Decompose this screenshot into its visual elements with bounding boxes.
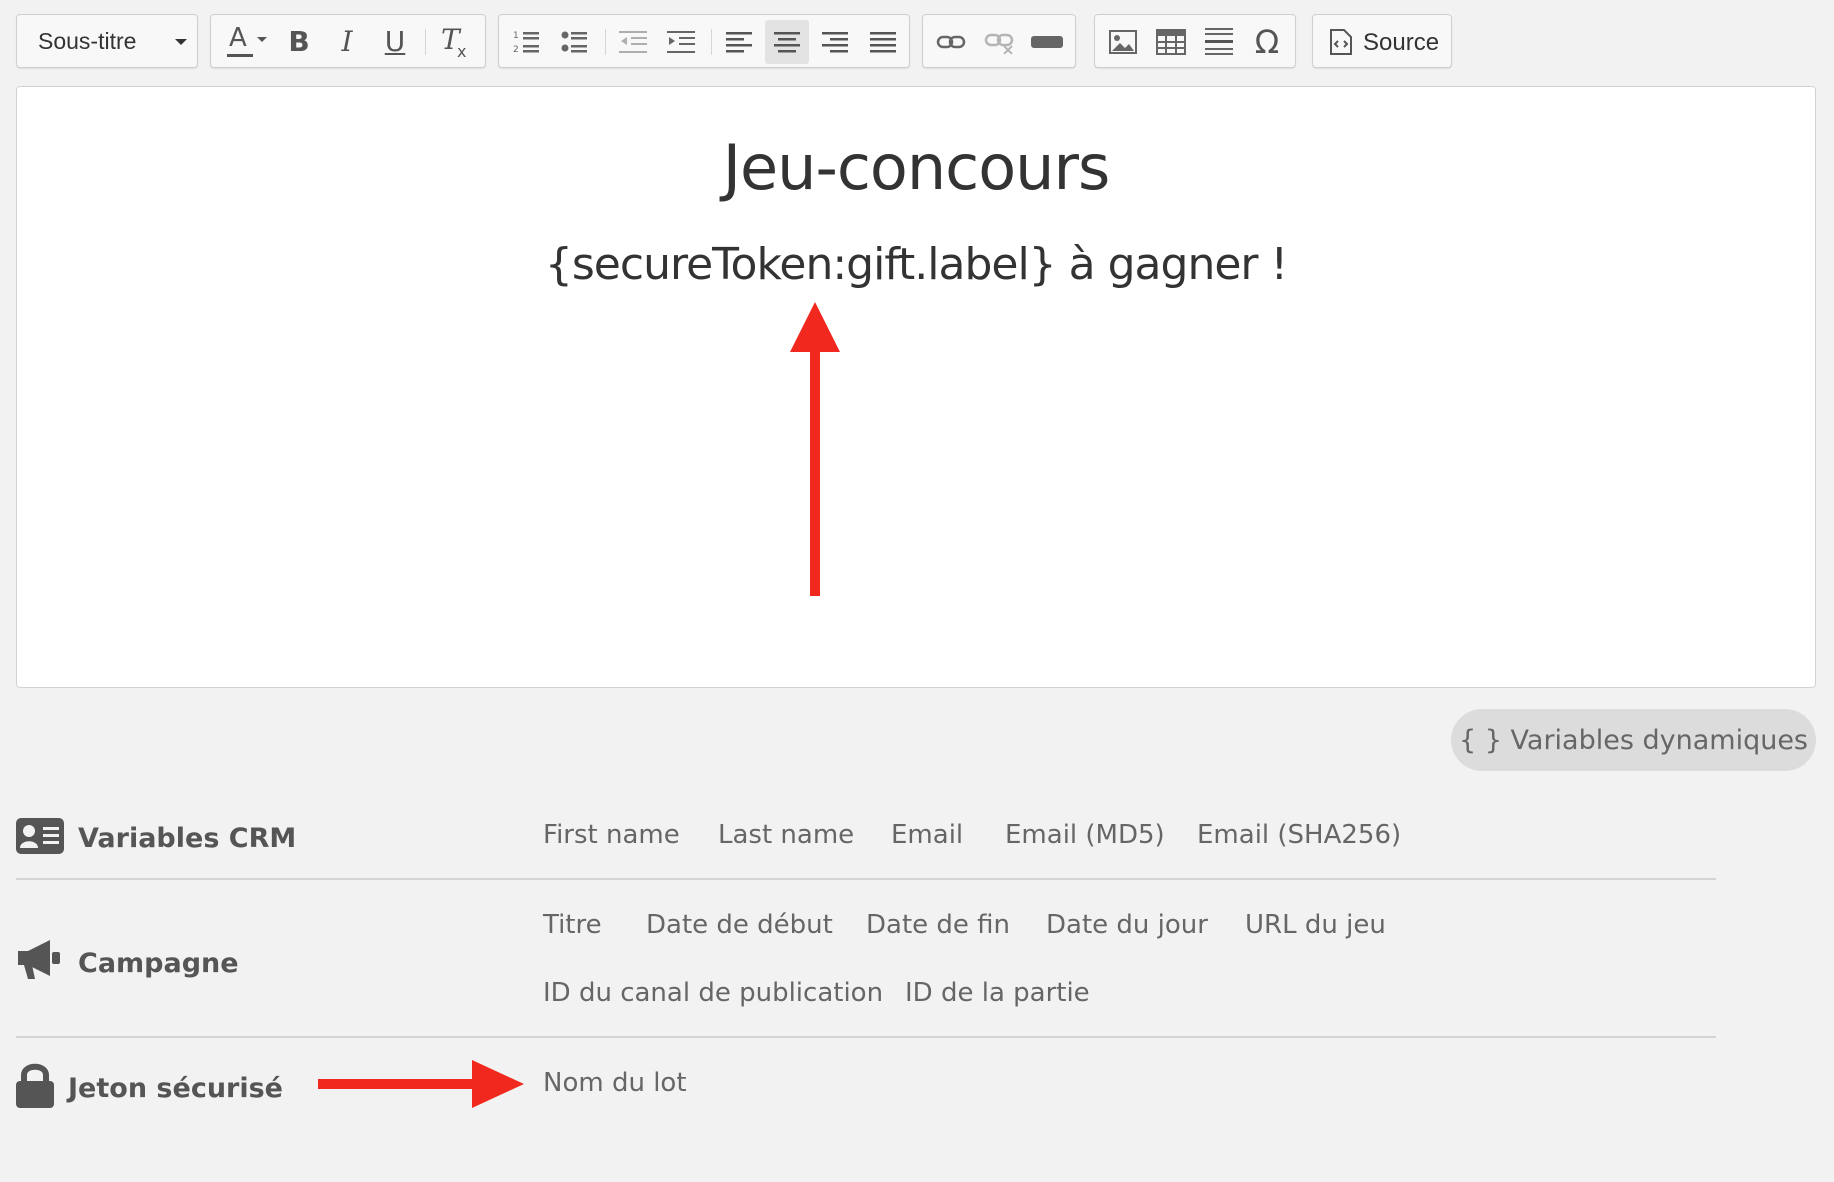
format-dropdown-label: Sous-titre (38, 28, 137, 54)
underline-button[interactable]: U (373, 20, 417, 64)
justify-button[interactable] (861, 20, 905, 64)
variable-last-name[interactable]: Last name (718, 820, 854, 850)
text-format-group: A B I U T x (210, 14, 486, 68)
link-group (922, 14, 1076, 68)
id-card-icon (16, 818, 64, 854)
variable-nom-du-lot[interactable]: Nom du lot (543, 1068, 687, 1098)
bold-button[interactable]: B (277, 20, 321, 64)
link-button[interactable] (929, 20, 973, 64)
table-button[interactable] (1149, 20, 1193, 64)
align-center-button[interactable] (765, 20, 809, 64)
special-char-icon: Ω (1254, 23, 1280, 61)
toolbar-separator (711, 29, 712, 55)
align-center-icon (774, 32, 800, 53)
jeton-securise-label: Jeton sécurisé (68, 1073, 283, 1104)
variable-date-debut[interactable]: Date de début (646, 910, 833, 940)
underline-icon: U (384, 25, 406, 58)
italic-button[interactable]: I (325, 20, 369, 64)
megaphone-icon (18, 940, 60, 979)
align-right-icon (822, 32, 848, 53)
justify-icon (870, 32, 896, 53)
campagne-label: Campagne (78, 948, 239, 979)
variable-email-sha256[interactable]: Email (SHA256) (1197, 820, 1401, 850)
table-icon (1156, 29, 1186, 55)
variable-titre[interactable]: Titre (543, 910, 602, 940)
svg-text:2: 2 (513, 45, 519, 55)
dynamic-variables-button[interactable]: { } Variables dynamiques (1451, 709, 1816, 771)
bold-icon: B (288, 25, 310, 58)
variable-id-partie[interactable]: ID de la partie (905, 978, 1090, 1008)
numbered-list-button[interactable]: 1 2 (505, 20, 549, 64)
remove-format-icon: T x (441, 23, 467, 62)
image-icon (1109, 30, 1137, 54)
image-button[interactable] (1101, 20, 1145, 64)
outdent-button[interactable] (611, 20, 655, 64)
indent-button[interactable] (659, 20, 703, 64)
crm-variables-label: Variables CRM (78, 823, 297, 854)
chevron-down-icon (175, 39, 187, 45)
section-divider (16, 1036, 1716, 1038)
variable-id-canal[interactable]: ID du canal de publication (543, 978, 883, 1008)
remove-format-button[interactable]: T x (433, 20, 477, 64)
unlink-icon (984, 33, 1014, 54)
anchor-icon (1031, 36, 1063, 48)
horizontal-rule-button[interactable] (1197, 20, 1241, 64)
variable-first-name[interactable]: First name (543, 820, 680, 850)
toolbar-separator (425, 29, 426, 55)
svg-text:1: 1 (513, 31, 519, 41)
editor-toolbar: Sous-titre A B I U T x 1 2 Ω Source (16, 14, 1834, 70)
lock-icon (16, 1063, 54, 1108)
align-left-button[interactable] (717, 20, 761, 64)
page-title: Jeu-concours (722, 131, 1111, 204)
annotation-arrow-right-icon (318, 1060, 524, 1108)
align-left-icon (726, 32, 752, 53)
anchor-button[interactable] (1025, 20, 1069, 64)
variable-email[interactable]: Email (891, 820, 963, 850)
link-icon (936, 35, 966, 49)
editor-content-area[interactable]: Jeu-concours {secureToken:gift.label} à … (16, 86, 1816, 688)
text-color-button[interactable]: A (219, 20, 275, 64)
section-divider (16, 878, 1716, 880)
variable-date-fin[interactable]: Date de fin (866, 910, 1010, 940)
align-right-button[interactable] (813, 20, 857, 64)
indent-icon (667, 31, 695, 53)
insert-group: Ω (1094, 14, 1296, 68)
bulleted-list-icon (561, 31, 587, 53)
variable-email-md5[interactable]: Email (MD5) (1005, 820, 1165, 850)
source-button-label: Source (1363, 29, 1440, 56)
bulleted-list-button[interactable] (553, 20, 597, 64)
italic-icon: I (341, 25, 353, 58)
source-button[interactable]: Source (1312, 14, 1452, 68)
text-color-icon: A (227, 25, 267, 59)
format-dropdown[interactable]: Sous-titre (16, 14, 198, 68)
annotation-arrow-up-icon (790, 302, 840, 596)
toolbar-separator (605, 29, 606, 55)
source-icon (1330, 29, 1352, 55)
variable-date-jour[interactable]: Date du jour (1046, 910, 1208, 940)
outdent-icon (619, 31, 647, 53)
variable-url-jeu[interactable]: URL du jeu (1245, 910, 1386, 940)
unlink-button[interactable] (977, 20, 1021, 64)
paragraph-group: 1 2 (498, 14, 910, 68)
numbered-list-icon: 1 2 (513, 31, 539, 55)
special-char-button[interactable]: Ω (1245, 20, 1289, 64)
editor-subtitle: {secureToken:gift.label} à gagner ! (544, 239, 1288, 290)
horizontal-rule-icon (1205, 28, 1233, 55)
